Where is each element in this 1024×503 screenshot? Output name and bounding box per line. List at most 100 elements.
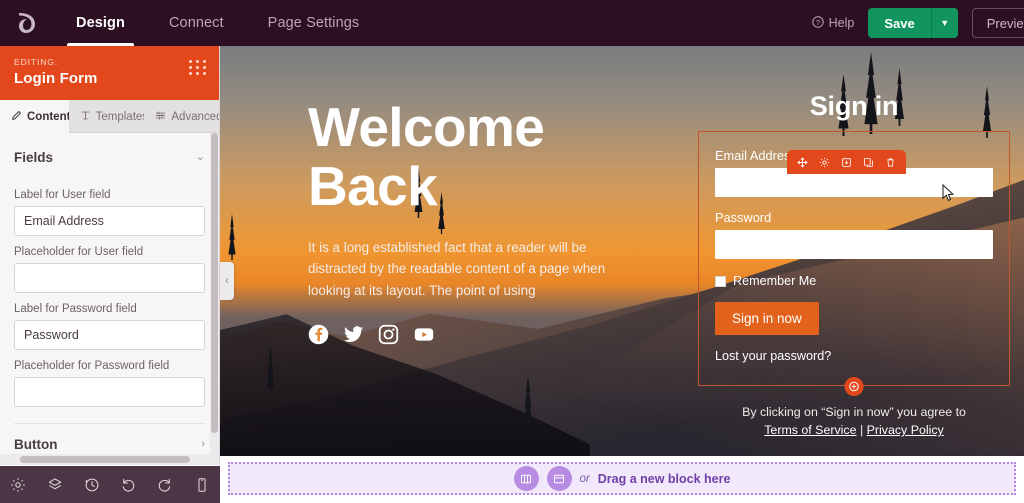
gear-icon[interactable]	[10, 477, 26, 493]
sidebar-scroll-content: Fields ⌄ Label for User field Placeholde…	[0, 133, 219, 465]
drag-grip-icon[interactable]	[189, 60, 207, 75]
tab-design[interactable]: Design	[54, 0, 147, 46]
question-circle-icon: ?	[811, 15, 824, 31]
mobile-icon[interactable]	[194, 477, 210, 493]
gear-icon[interactable]	[819, 157, 830, 168]
top-bar: Design Connect Page Settings ? Help Save…	[0, 0, 1024, 46]
template-icon	[80, 110, 91, 124]
dropzone-area: or Drag a new block here	[220, 456, 1024, 503]
instagram-icon[interactable]	[378, 324, 399, 345]
columns-icon[interactable]	[513, 466, 539, 491]
input-user-placeholder[interactable]	[14, 263, 205, 293]
duplicate-icon[interactable]	[863, 157, 874, 168]
save-button[interactable]: Save	[868, 8, 932, 38]
youtube-icon[interactable]	[413, 324, 435, 345]
field-group-password-label: Label for Password field	[14, 303, 205, 350]
tab-page-settings-label: Page Settings	[267, 15, 360, 31]
twitter-icon[interactable]	[343, 324, 364, 345]
tab-templates-label: Templates	[95, 110, 145, 123]
facebook-icon[interactable]	[308, 324, 329, 345]
sidebar-header: EDITING: Login Form	[0, 46, 219, 100]
tab-content[interactable]: Content	[0, 100, 69, 133]
canvas-viewport: Welcome Back It is a long established fa…	[220, 46, 1024, 456]
input-password-label[interactable]	[14, 320, 205, 350]
chevron-down-icon: ⌄	[195, 151, 205, 163]
preview-label: Preview	[986, 15, 1024, 31]
signin-heading: Sign in	[809, 91, 899, 121]
lost-password-link[interactable]: Lost your password?	[715, 349, 993, 363]
login-form-block[interactable]: Sign in Email Address Password Remember …	[698, 91, 1010, 440]
top-navigation: Design Connect Page Settings	[54, 0, 381, 46]
trash-icon[interactable]	[885, 157, 896, 168]
dropzone-controls: or Drag a new block here	[513, 466, 730, 491]
hero-title-line2: Back	[308, 155, 438, 218]
field-label-password-label: Label for Password field	[14, 303, 137, 315]
password-field-label: Password	[715, 210, 772, 225]
save-dropdown-button[interactable]: ▼	[931, 8, 958, 38]
field-group-password-placeholder: Placeholder for Password field	[14, 360, 205, 407]
chevron-right-icon: ›	[201, 438, 205, 450]
help-button[interactable]: ? Help	[811, 15, 855, 31]
agreement-separator: |	[859, 422, 864, 437]
help-label: Help	[828, 16, 855, 30]
privacy-policy-link[interactable]: Privacy Policy	[867, 423, 944, 437]
sidebar-footer-toolbar	[0, 466, 220, 503]
history-icon[interactable]	[84, 477, 100, 493]
section-fields-title: Fields	[14, 150, 54, 165]
editing-label: EDITING:	[14, 57, 59, 67]
hero-paragraph: It is a long established fact that a rea…	[308, 239, 606, 299]
sign-in-now-button[interactable]: Sign in now	[715, 302, 819, 335]
remember-me-checkbox[interactable]	[715, 275, 726, 287]
sidebar-tabs: Content Templates Advanced	[0, 100, 219, 133]
input-password-placeholder[interactable]	[14, 377, 205, 407]
field-label-user-label: Label for User field	[14, 189, 111, 201]
hero-title-line1: Welcome	[308, 96, 545, 158]
tab-page-settings[interactable]: Page Settings	[246, 0, 382, 46]
hero-title: Welcome Back	[308, 96, 653, 218]
pencil-icon	[11, 110, 22, 124]
brand-logo-icon[interactable]	[0, 0, 54, 46]
remember-me-row: Remember Me	[715, 274, 993, 288]
save-button-group: Save ▼	[868, 8, 958, 38]
section-fields-header[interactable]: Fields ⌄	[14, 133, 205, 179]
tab-connect[interactable]: Connect	[147, 0, 246, 46]
undo-icon[interactable]	[120, 477, 136, 493]
tab-design-label: Design	[76, 15, 125, 31]
section-button-title: Button	[14, 437, 58, 452]
hero-text-block[interactable]: Welcome Back It is a long established fa…	[308, 96, 653, 345]
sidebar-horizontal-scroll-thumb[interactable]	[20, 456, 190, 463]
preview-button[interactable]: Preview	[971, 8, 1024, 38]
field-label-password-placeholder: Placeholder for Password field	[14, 360, 170, 372]
layers-icon[interactable]	[47, 477, 63, 493]
field-group-user-placeholder: Placeholder for User field	[14, 246, 205, 293]
password-input[interactable]	[715, 230, 993, 259]
svg-text:?: ?	[816, 17, 820, 26]
drag-block-dropzone[interactable]: or Drag a new block here	[228, 462, 1016, 495]
input-user-label[interactable]	[14, 206, 205, 236]
terms-of-service-link[interactable]: Terms of Service	[764, 423, 856, 437]
tab-content-label: Content	[27, 110, 69, 123]
sidebar-collapse-button[interactable]: ‹	[220, 262, 234, 300]
redo-icon[interactable]	[157, 477, 173, 493]
field-group-user-label: Label for User field	[14, 189, 205, 236]
save-to-library-icon[interactable]	[841, 157, 852, 168]
move-icon[interactable]	[797, 157, 808, 168]
sliders-icon	[155, 110, 166, 124]
tab-advanced[interactable]: Advanced	[144, 100, 219, 133]
sidebar-body: Fields ⌄ Label for User field Placeholde…	[0, 133, 219, 465]
page-builder-app: Design Connect Page Settings ? Help Save…	[0, 0, 1024, 503]
top-bar-actions: ? Help Save ▼ Preview	[811, 0, 1024, 46]
sidebar-vertical-scrollbar[interactable]	[210, 133, 219, 465]
tree-silhouette	[228, 214, 236, 260]
agreement-text: By clicking on “Sign in now” you agree t…	[698, 404, 1010, 440]
save-label: Save	[884, 15, 915, 31]
sidebar-horizontal-scrollbar[interactable]	[0, 454, 219, 465]
sidebar-vertical-scroll-thumb[interactable]	[211, 133, 218, 433]
left-sidebar: EDITING: Login Form Content Templates Ad…	[0, 46, 220, 465]
social-links	[308, 324, 653, 345]
element-toolbar	[787, 150, 906, 174]
dropzone-or-label: or	[579, 472, 590, 485]
tab-templates[interactable]: Templates	[69, 100, 145, 133]
plus-circle-icon[interactable]	[844, 377, 864, 396]
block-icon[interactable]	[546, 466, 572, 491]
